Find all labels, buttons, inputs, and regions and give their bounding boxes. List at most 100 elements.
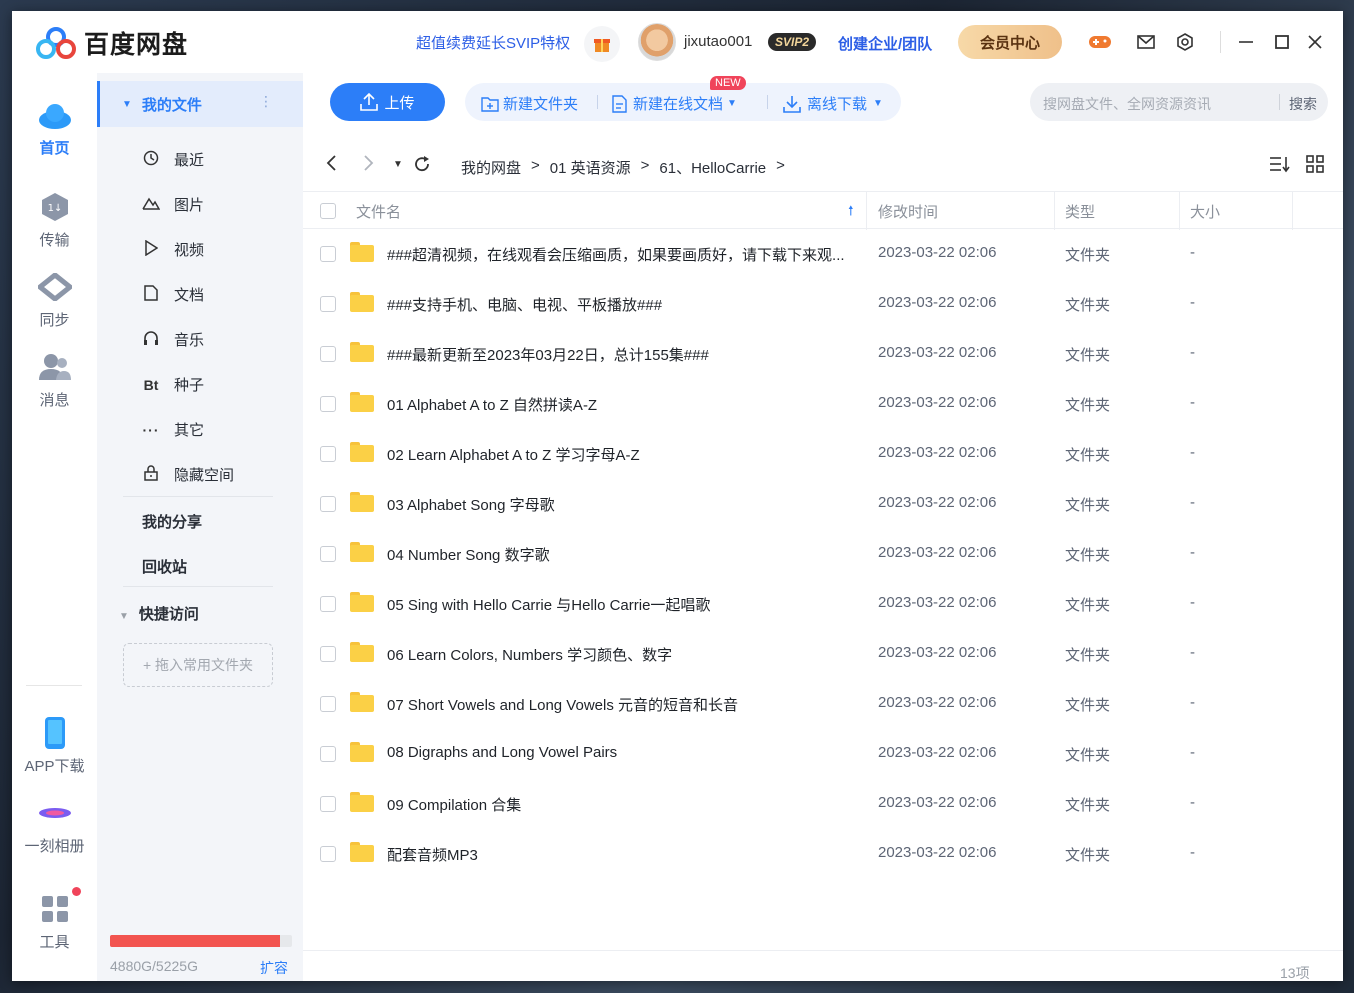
svip-promo-link[interactable]: 超值续费延长SVIP特权 xyxy=(416,32,570,53)
file-name[interactable]: 01 Alphabet A to Z 自然拼读A-Z xyxy=(387,394,597,415)
row-checkbox[interactable] xyxy=(320,296,336,312)
table-row[interactable]: 05 Sing with Hello Carrie 与Hello Carrie一… xyxy=(303,579,1343,629)
sidebar-item-lock[interactable]: 隐藏空间 xyxy=(97,452,303,497)
sidebar-item-dots[interactable]: ··· 其它 xyxy=(97,407,303,452)
select-all-checkbox[interactable] xyxy=(320,203,336,219)
settings-icon[interactable] xyxy=(1173,31,1197,53)
file-name[interactable]: 08 Digraphs and Long Vowel Pairs xyxy=(387,744,617,761)
breadcrumb-item[interactable]: 61、HelloCarrie xyxy=(659,157,766,178)
refresh-icon[interactable] xyxy=(413,155,431,178)
table-row[interactable]: 09 Compilation 合集 2023-03-22 02:06 文件夹 - xyxy=(303,779,1343,829)
search-input[interactable]: 搜网盘文件、全网资源资讯 xyxy=(1043,94,1211,114)
table-row[interactable]: ###最新更新至2023年03月22日，总计155集### 2023-03-22 … xyxy=(303,329,1343,379)
row-checkbox[interactable] xyxy=(320,446,336,462)
sidebar-item-document[interactable]: 文档 xyxy=(97,272,303,317)
back-icon[interactable] xyxy=(325,155,337,176)
sidebar-quick-access[interactable]: ▼ 快捷访问 xyxy=(119,603,199,624)
forward-icon[interactable] xyxy=(363,155,375,176)
column-header-name[interactable]: 文件名 xyxy=(356,201,401,222)
file-name[interactable]: 06 Learn Colors, Numbers 学习颜色、数字 xyxy=(387,644,672,665)
file-name[interactable]: ###最新更新至2023年03月22日，总计155集### xyxy=(387,344,709,365)
quick-access-drop-zone[interactable]: + 拖入常用文件夹 xyxy=(123,643,273,687)
game-controller-icon[interactable] xyxy=(1088,31,1112,53)
gift-icon[interactable] xyxy=(584,26,620,62)
column-header-modified[interactable]: 修改时间 xyxy=(878,201,938,222)
rail-home[interactable]: 首页 xyxy=(12,97,97,158)
table-row[interactable]: 02 Learn Alphabet A to Z 学习字母A-Z 2023-03-… xyxy=(303,429,1343,479)
search-button[interactable]: 搜索 xyxy=(1289,94,1317,114)
file-name[interactable]: 配套音频MP3 xyxy=(387,844,478,865)
row-checkbox[interactable] xyxy=(320,646,336,662)
file-name[interactable]: ###超清视频，在线观看会压缩画质，如果要画质好，请下载下来观... xyxy=(387,244,845,265)
rail-transfer[interactable]: 1↓ 传输 xyxy=(12,189,97,250)
grid-view-icon[interactable] xyxy=(1306,155,1324,178)
sidebar-item-clock[interactable]: 最近 xyxy=(97,137,303,182)
table-row[interactable]: ###超清视频，在线观看会压缩画质，如果要画质好，请下载下来观... 2023-0… xyxy=(303,229,1343,279)
file-name[interactable]: 02 Learn Alphabet A to Z 学习字母A-Z xyxy=(387,444,640,465)
file-name[interactable]: 03 Alphabet Song 字母歌 xyxy=(387,494,555,515)
caret-down-icon[interactable]: ▼ xyxy=(122,99,132,110)
mail-icon[interactable] xyxy=(1134,31,1158,53)
sidebar-item-play[interactable]: 视频 xyxy=(97,227,303,272)
row-checkbox[interactable] xyxy=(320,396,336,412)
avatar[interactable] xyxy=(638,23,676,61)
search-box[interactable]: 搜网盘文件、全网资源资讯 搜索 xyxy=(1030,83,1328,121)
table-row[interactable]: 01 Alphabet A to Z 自然拼读A-Z 2023-03-22 02:… xyxy=(303,379,1343,429)
row-checkbox[interactable] xyxy=(320,546,336,562)
column-divider[interactable] xyxy=(1292,192,1293,230)
caret-down-icon[interactable]: ▼ xyxy=(119,611,129,622)
create-enterprise-link[interactable]: 创建企业/团队 xyxy=(838,33,932,54)
rail-messages[interactable]: 消息 xyxy=(12,349,97,410)
upload-button[interactable]: 上传 xyxy=(330,83,445,121)
vip-center-button[interactable]: 会员中心 xyxy=(958,25,1062,59)
file-name[interactable]: 09 Compilation 合集 xyxy=(387,794,521,815)
column-divider[interactable] xyxy=(1179,192,1180,230)
column-header-type[interactable]: 类型 xyxy=(1065,201,1095,222)
expand-storage-link[interactable]: 扩容 xyxy=(260,958,288,978)
column-divider[interactable] xyxy=(1054,192,1055,230)
table-row[interactable]: 04 Number Song 数字歌 2023-03-22 02:06 文件夹 - xyxy=(303,529,1343,579)
sidebar-item-bt[interactable]: Bt 种子 xyxy=(97,362,303,407)
more-vertical-icon[interactable]: ⋮ xyxy=(259,93,273,110)
row-checkbox[interactable] xyxy=(320,746,336,762)
sidebar-item-my-share[interactable]: 我的分享 xyxy=(142,511,202,532)
column-divider[interactable] xyxy=(866,192,867,230)
offline-download-button[interactable]: 离线下载 ▼ xyxy=(783,93,883,114)
breadcrumb-item[interactable]: 我的网盘 xyxy=(461,157,521,178)
rail-tools[interactable]: 工具 xyxy=(12,887,97,952)
breadcrumb-item[interactable]: 01 英语资源 xyxy=(550,157,631,178)
row-checkbox[interactable] xyxy=(320,496,336,512)
row-checkbox[interactable] xyxy=(320,696,336,712)
new-folder-button[interactable]: 新建文件夹 xyxy=(481,93,578,114)
row-checkbox[interactable] xyxy=(320,796,336,812)
rail-sync[interactable]: 同步 xyxy=(12,269,97,330)
row-checkbox[interactable] xyxy=(320,596,336,612)
rail-album[interactable]: 一刻相册 xyxy=(12,795,97,856)
row-checkbox[interactable] xyxy=(320,846,336,862)
row-checkbox[interactable] xyxy=(320,346,336,362)
table-row[interactable]: ###支持手机、电脑、电视、平板播放### 2023-03-22 02:06 文件夹… xyxy=(303,279,1343,329)
table-row[interactable]: 配套音频MP3 2023-03-22 02:06 文件夹 - xyxy=(303,829,1343,879)
sidebar-item-recycle[interactable]: 回收站 xyxy=(142,556,187,577)
breadcrumb-separator[interactable]: > xyxy=(531,157,540,178)
table-row[interactable]: 03 Alphabet Song 字母歌 2023-03-22 02:06 文件夹 - xyxy=(303,479,1343,529)
breadcrumb-separator[interactable]: > xyxy=(641,157,650,178)
file-name[interactable]: 04 Number Song 数字歌 xyxy=(387,544,550,565)
file-name[interactable]: 05 Sing with Hello Carrie 与Hello Carrie一… xyxy=(387,594,710,615)
file-name[interactable]: 07 Short Vowels and Long Vowels 元音的短音和长音 xyxy=(387,694,738,715)
sort-icon[interactable] xyxy=(1269,155,1291,178)
maximize-icon[interactable] xyxy=(1270,31,1294,53)
table-row[interactable]: 08 Digraphs and Long Vowel Pairs 2023-03-… xyxy=(303,729,1343,779)
sidebar-item-headphones[interactable]: 音乐 xyxy=(97,317,303,362)
breadcrumb-separator[interactable]: > xyxy=(776,157,785,178)
minimize-icon[interactable] xyxy=(1234,31,1258,53)
rail-app-download[interactable]: APP下载 xyxy=(12,715,97,776)
table-row[interactable]: 06 Learn Colors, Numbers 学习颜色、数字 2023-03-… xyxy=(303,629,1343,679)
sidebar-item-mountain[interactable]: 图片 xyxy=(97,182,303,227)
new-online-doc-button[interactable]: 新建在线文档 ▼ xyxy=(611,93,737,114)
file-name[interactable]: ###支持手机、电脑、电视、平板播放### xyxy=(387,294,662,315)
row-checkbox[interactable] xyxy=(320,246,336,262)
sidebar-item-my-files[interactable]: ▼ 我的文件 ⋮ xyxy=(97,81,303,127)
column-header-size[interactable]: 大小 xyxy=(1190,201,1220,222)
close-icon[interactable] xyxy=(1303,31,1327,53)
